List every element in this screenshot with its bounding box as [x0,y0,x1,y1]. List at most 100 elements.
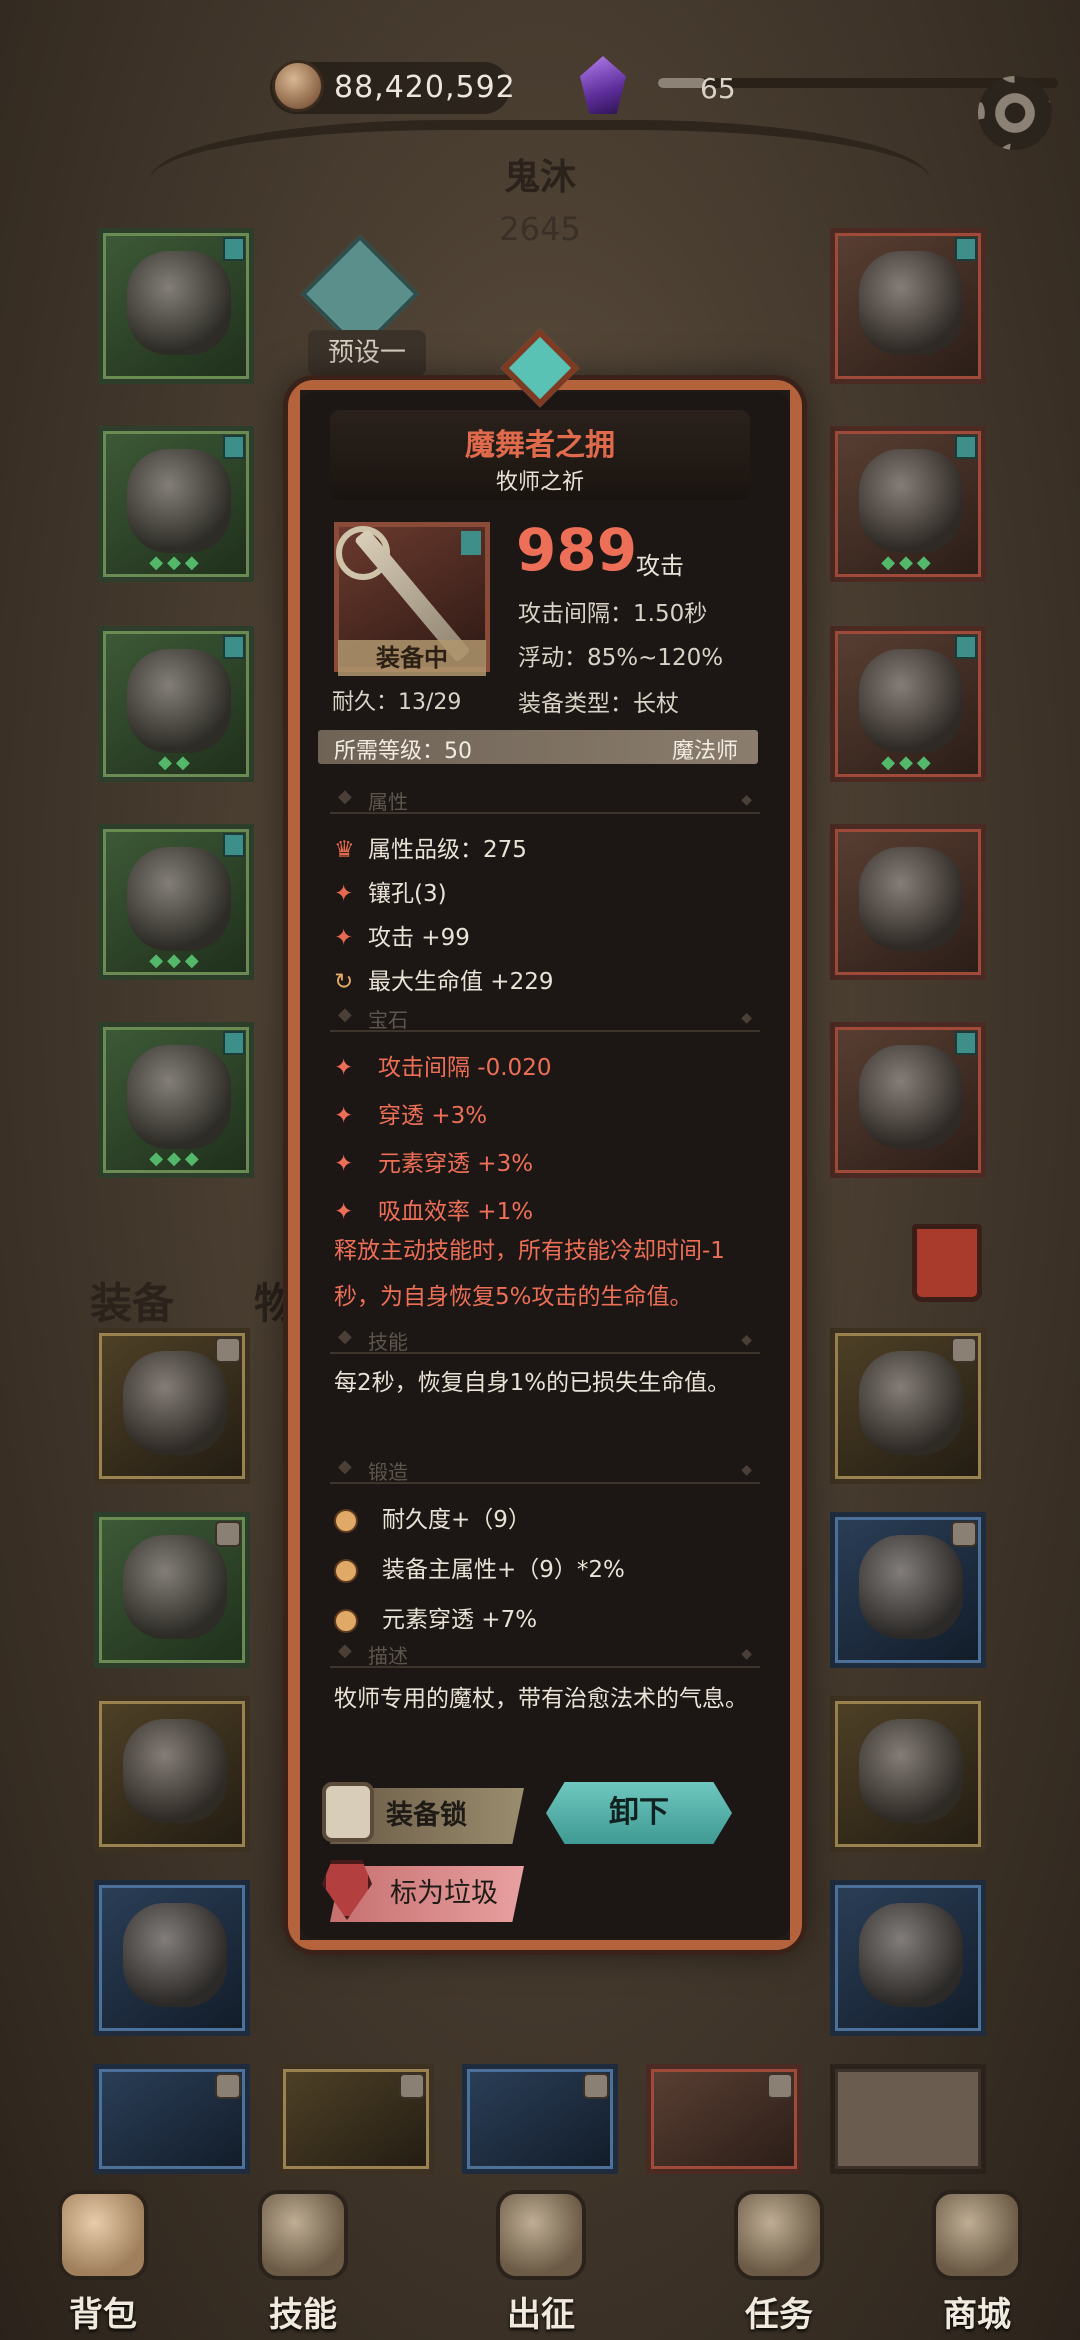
attack-label: 攻击 [636,552,684,580]
potion-icon [859,1535,963,1639]
slot-badge [461,531,481,555]
unequip-button[interactable]: 卸下 [546,1782,732,1844]
slot-badge [223,833,245,857]
refresh-icon: ↻ [334,969,354,995]
bag-item-11[interactable] [462,2064,618,2174]
tab-equipment[interactable]: 装备 [90,1270,174,1331]
ring-icon [859,649,963,753]
lock-icon [215,2073,241,2099]
hat-icon [127,649,231,753]
gem-bonus-text: 释放主动技能时，所有技能冷却时间-1秒，为自身恢复5%攻击的生命值。 [334,1238,725,1310]
gem-stat-row: ✦ 元素穿透 +3% [334,1144,533,1178]
gear-icon[interactable] [978,76,1052,150]
required-class: 魔法师 [672,739,739,764]
bag-icon [58,2190,148,2280]
durability: 耐久：13/29 [332,690,462,715]
equip-slot-10[interactable] [830,1022,986,1178]
slot-badge [223,635,245,659]
equip-slot-3[interactable]: ◆◆ [98,626,254,782]
boots-icon [127,1045,231,1149]
bag-item-empty[interactable] [830,2064,986,2174]
bag-item-5[interactable] [94,1696,250,1852]
nav-skills[interactable]: 技能 [218,2180,388,2340]
equip-slot-9[interactable] [830,824,986,980]
top-bar: 88,420,592 65 [0,0,1080,150]
bag-item-7[interactable] [94,1880,250,2036]
equip-slot-5[interactable]: ◆◆◆ [98,1022,254,1178]
section-gems: 宝石 [330,1004,760,1032]
bag-item-10[interactable] [278,2064,434,2174]
nav-expedition[interactable]: 出征 [456,2180,626,2340]
attribute-text: 最大生命值 +229 [368,969,554,995]
slot-badge [223,237,245,261]
section-title: 描述 [368,1644,408,1668]
lock-icon [583,2073,609,2099]
lock-icon [951,1521,977,1547]
nav-label: 任务 [745,2295,813,2335]
item-name: 魔舞者之拥 [465,428,615,463]
gem-sockets: ◆◆◆ [149,1148,203,1169]
energy-value: 65 [700,72,736,105]
equip-slot-8[interactable]: ◆◆◆ [830,626,986,782]
section-title: 属性 [368,790,408,814]
nav-shop[interactable]: 商城 [892,2180,1062,2340]
forge-dot-icon [334,1558,358,1583]
lock-icon [215,1337,241,1363]
gem-sockets: ◆◆ [158,752,194,773]
padlock-icon[interactable] [322,1782,374,1842]
purple-gem-icon [580,56,626,114]
gem-stat-text: 元素穿透 +3% [378,1151,534,1177]
spark-icon: ✦ [334,1199,354,1225]
nav-bag[interactable]: 背包 [18,2180,188,2340]
gem-stat-row: ✦ 攻击间隔 -0.020 [334,1048,551,1082]
bag-item-12[interactable] [646,2064,802,2174]
necklace-icon [859,251,963,355]
preset-button[interactable]: 预设一 [308,330,426,376]
trash-icon[interactable] [912,1224,982,1302]
equip-slot-7[interactable]: ◆◆◆ [830,426,986,582]
chest-armor-icon [127,449,231,553]
gem-stat-text: 穿透 +3% [378,1103,488,1129]
forge-row: 元素穿透 +7% [334,1600,537,1634]
crown-icon: ♛ [334,837,355,863]
diamond-icon: ✦ [334,881,354,907]
bag-item-8[interactable] [830,1880,986,2036]
skill-book-icon [258,2190,348,2280]
bag-item-2[interactable] [830,1328,986,1484]
attribute-row: ♛ 属性品级：275 [334,830,527,864]
bag-item-4[interactable] [830,1512,986,1668]
lock-icon [399,2073,425,2099]
attribute-text: 攻击 +99 [368,925,470,951]
slot-badge [955,237,977,261]
required-level: 所需等级：50 [334,739,472,764]
diamond-icon: ✦ [334,925,354,951]
gem-stat-row: ✦ 穿透 +3% [334,1096,487,1130]
gold-ring-icon [123,1351,227,1455]
bag-item-6[interactable] [830,1696,986,1852]
spark-icon: ✦ [334,1151,354,1177]
bag-item-3[interactable] [94,1512,250,1668]
equip-slot-4[interactable]: ◆◆◆ [98,824,254,980]
helmet-icon [123,1719,227,1823]
forge-text: 耐久度+（9） [382,1507,531,1533]
slot-badge [955,635,977,659]
description-text: 牧师专用的魔杖，带有治愈法术的气息。 [334,1686,748,1712]
boots-icon [859,1719,963,1823]
map-icon [496,2190,586,2280]
shield-book-icon [859,449,963,553]
equip-slot-6[interactable] [830,228,986,384]
bag-item-1[interactable] [94,1328,250,1484]
gem-sockets: ◆◆◆ [881,752,935,773]
forge-text: 装备主属性+（9）*2% [382,1557,625,1583]
stat-attack-interval: 攻击间隔：1.50秒 [518,601,708,627]
gloves-icon [859,1045,963,1149]
bag-item-9[interactable] [94,2064,250,2174]
attribute-row: ✦ 攻击 +99 [334,918,470,952]
forge-text: 元素穿透 +7% [382,1607,538,1633]
equip-slot-2[interactable]: ◆◆◆ [98,426,254,582]
lock-icon [215,1521,241,1547]
nav-label: 商城 [943,2295,1011,2335]
equip-slot-1[interactable] [98,228,254,384]
nav-quests[interactable]: 任务 [694,2180,864,2340]
staff-icon [859,847,963,951]
